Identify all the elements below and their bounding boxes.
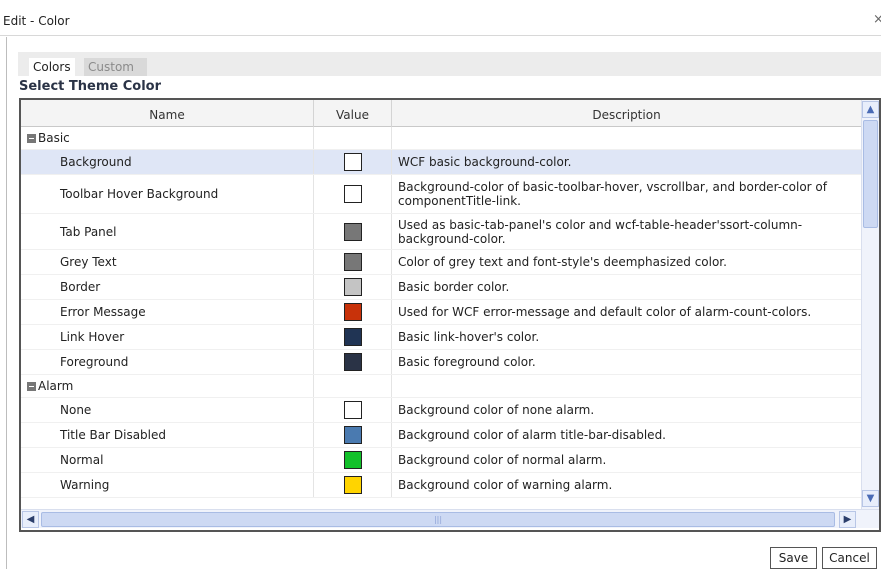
table-row[interactable]: Link Hover Basic link-hover's color. — [21, 325, 861, 350]
color-swatch[interactable] — [343, 222, 362, 241]
row-description: Background color of normal alarm. — [398, 453, 607, 467]
scroll-up-icon[interactable]: ▲ — [862, 101, 879, 118]
table-row[interactable]: Title Bar Disabled Background color of a… — [21, 423, 861, 448]
vertical-scroll-thumb[interactable] — [863, 120, 878, 228]
tab-custom[interactable]: Custom — [84, 58, 147, 76]
row-name: Link Hover — [60, 330, 125, 344]
table-row[interactable]: Error Message Used for WCF error-message… — [21, 300, 861, 325]
dialog-titlebar: Edit - Color × — [0, 0, 881, 36]
row-description: Background color of warning alarm. — [398, 478, 613, 492]
row-description: Basic foreground color. — [398, 355, 536, 369]
column-header-name[interactable]: Name — [21, 100, 314, 127]
row-name: Normal — [60, 453, 104, 467]
row-description: WCF basic background-color. — [398, 155, 572, 169]
group-row-alarm[interactable]: Alarm — [21, 375, 861, 398]
dialog-title: Edit - Color — [3, 14, 70, 28]
row-name: Title Bar Disabled — [60, 428, 166, 442]
scroll-grip-icon: ||| — [433, 515, 443, 524]
table-row[interactable]: Tab Panel Used as basic-tab-panel's colo… — [21, 214, 861, 250]
color-swatch[interactable] — [343, 303, 362, 321]
tab-colors[interactable]: Colors — [29, 58, 75, 76]
close-icon[interactable]: × — [873, 12, 881, 27]
row-name: Grey Text — [60, 255, 117, 269]
row-description: Color of grey text and font-style's deem… — [398, 255, 727, 269]
row-description: Background-color of basic-toolbar-hover,… — [398, 180, 827, 208]
color-swatch[interactable] — [343, 328, 362, 346]
group-label: Basic — [38, 131, 70, 145]
color-swatch[interactable] — [343, 426, 362, 444]
scroll-right-icon[interactable]: ▶ — [839, 511, 856, 528]
group-row-basic[interactable]: Basic — [21, 127, 861, 150]
color-table: Name Value Description Basic Background … — [19, 98, 881, 532]
color-swatch[interactable] — [343, 185, 362, 203]
row-name: None — [60, 403, 92, 417]
dialog-left-border — [6, 37, 7, 569]
row-description: Background color of none alarm. — [398, 403, 595, 417]
color-swatch[interactable] — [343, 253, 362, 271]
table-row[interactable]: Border Basic border color. — [21, 275, 861, 300]
row-description: Basic link-hover's color. — [398, 330, 540, 344]
group-label: Alarm — [38, 379, 74, 393]
row-description: Used for WCF error-message and default c… — [398, 305, 812, 319]
row-name: Warning — [60, 478, 110, 492]
cancel-button[interactable]: Cancel — [822, 547, 877, 569]
color-swatch[interactable] — [343, 476, 362, 494]
color-swatch[interactable] — [343, 401, 362, 419]
row-name: Tab Panel — [60, 224, 117, 239]
vertical-scrollbar[interactable]: ▲ ▼ — [861, 100, 879, 509]
table-row[interactable]: Warning Background color of warning alar… — [21, 473, 861, 498]
row-description: Used as basic-tab-panel's color and wcf-… — [398, 217, 803, 246]
table-row[interactable]: Background WCF basic background-color. — [21, 150, 861, 175]
column-header-description[interactable]: Description — [392, 100, 861, 127]
row-name: Error Message — [60, 305, 146, 319]
row-description: Background color of alarm title-bar-disa… — [398, 428, 666, 442]
collapse-icon[interactable] — [27, 381, 36, 391]
row-name: Foreground — [60, 355, 129, 369]
row-name: Toolbar Hover Background — [60, 187, 219, 201]
edit-color-dialog: Edit - Color × Colors Custom Select Them… — [0, 0, 881, 569]
horizontal-scroll-thumb[interactable]: ||| — [41, 512, 835, 527]
table-header: Name Value Description — [21, 100, 861, 127]
table-row[interactable]: Grey Text Color of grey text and font-st… — [21, 250, 861, 275]
row-name: Border — [60, 280, 101, 294]
table-row[interactable]: None Background color of none alarm. — [21, 398, 861, 423]
row-description: Basic border color. — [398, 280, 510, 294]
table-row[interactable]: Toolbar Hover Background Background-colo… — [21, 175, 861, 214]
table-body: Basic Background WCF basic background-co… — [21, 127, 861, 508]
section-title: Select Theme Color — [19, 79, 161, 94]
save-button[interactable]: Save — [770, 547, 817, 569]
color-swatch[interactable] — [343, 451, 362, 469]
scroll-down-icon[interactable]: ▼ — [862, 490, 879, 507]
collapse-icon[interactable] — [27, 133, 36, 143]
tab-strip — [18, 52, 881, 76]
column-header-value[interactable]: Value — [314, 100, 392, 127]
table-row[interactable]: Foreground Basic foreground color. — [21, 350, 861, 375]
row-name: Background — [60, 155, 132, 169]
color-swatch[interactable] — [343, 278, 362, 296]
table-row[interactable]: Normal Background color of normal alarm. — [21, 448, 861, 473]
color-swatch[interactable] — [343, 153, 362, 171]
color-swatch[interactable] — [343, 353, 362, 371]
horizontal-scrollbar[interactable]: ◀ ||| ▶ — [21, 509, 879, 528]
scroll-left-icon[interactable]: ◀ — [22, 511, 39, 528]
